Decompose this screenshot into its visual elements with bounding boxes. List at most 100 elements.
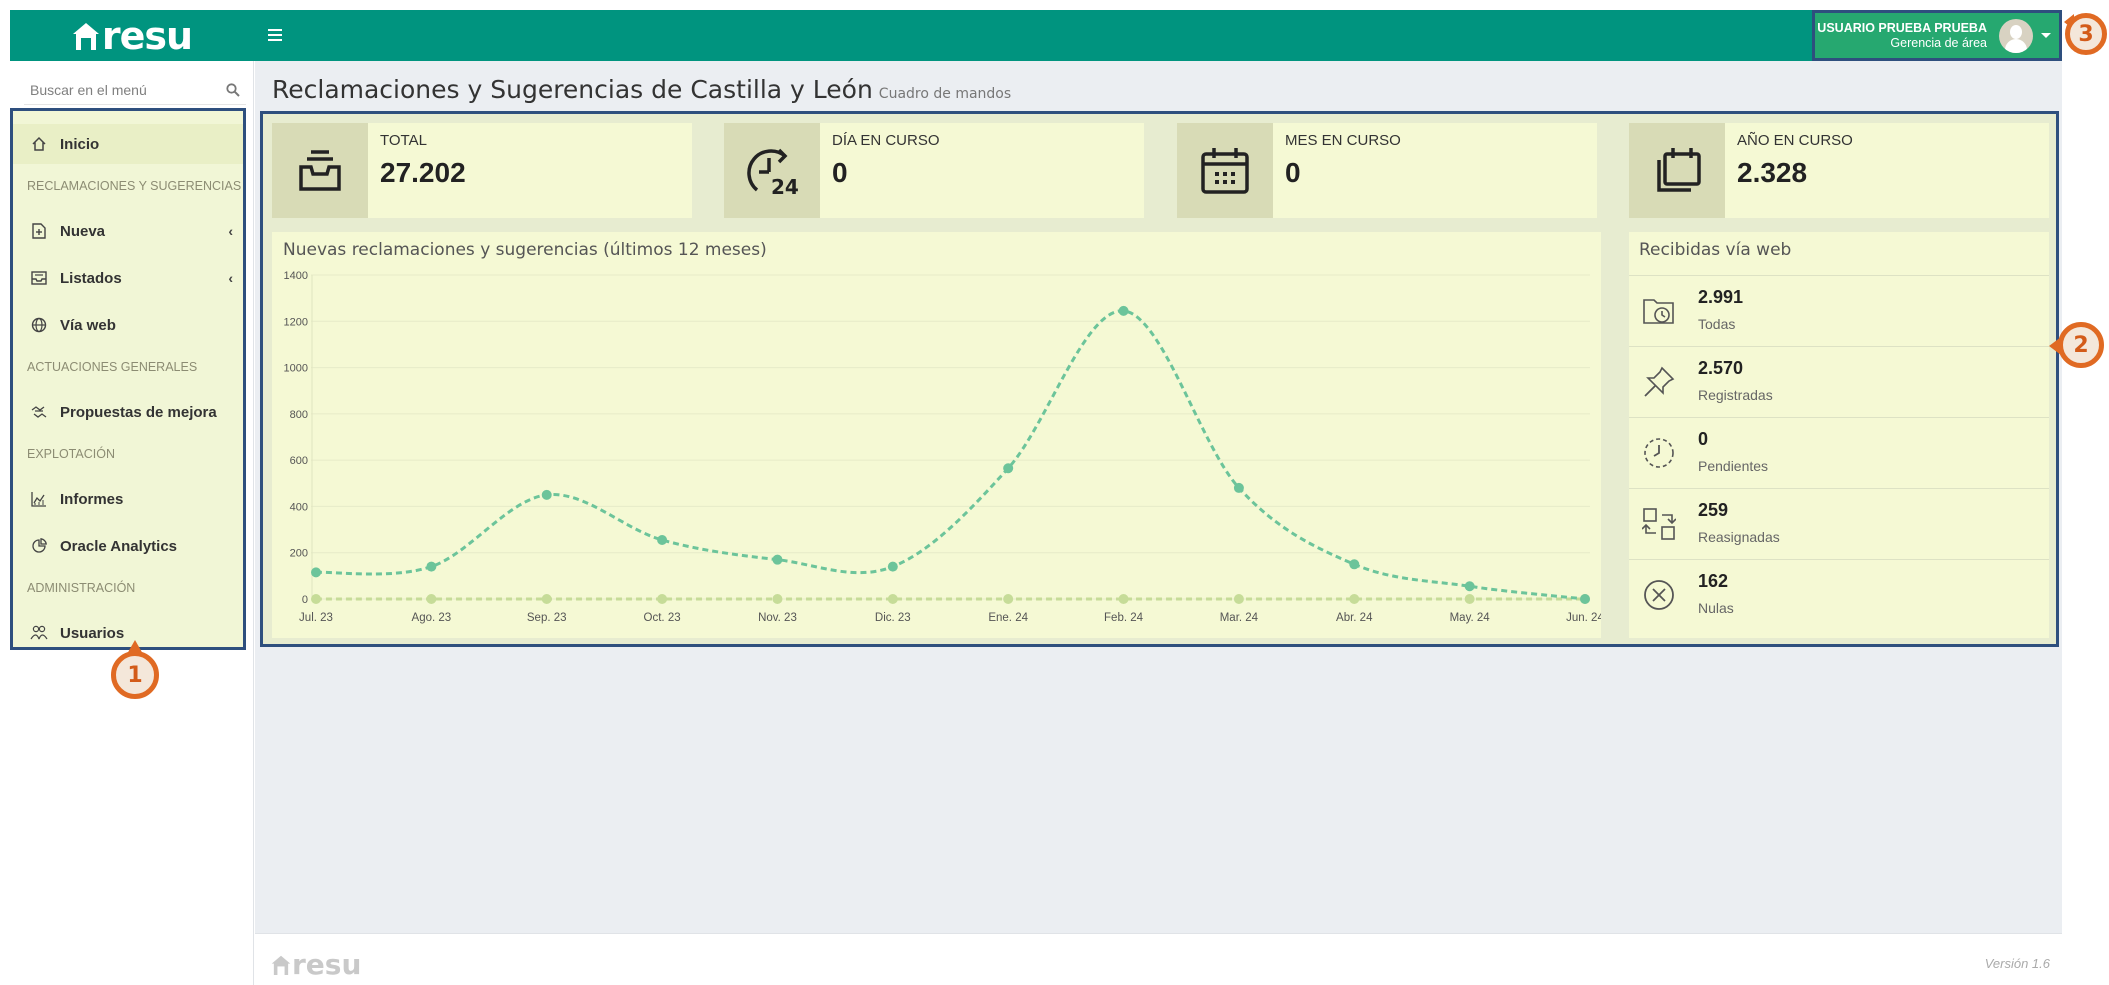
pie-chart-icon xyxy=(30,537,48,555)
sidebar-section-explotacion: EXPLOTACIÓN xyxy=(27,447,115,461)
data-point xyxy=(1233,594,1244,604)
sidebar-item-label: Informes xyxy=(60,490,124,508)
footer-logo: resu xyxy=(271,948,361,981)
sidebar-search xyxy=(24,75,246,105)
stat-card-dia[interactable]: 24 DÍA EN CURSO 0 xyxy=(724,123,1144,218)
sidebar-item-propuestas[interactable]: Propuestas de mejora xyxy=(13,392,243,432)
x-tick-label: Dic. 23 xyxy=(875,612,911,624)
data-point xyxy=(1464,594,1475,604)
data-point xyxy=(426,594,437,604)
data-point xyxy=(1003,463,1014,474)
chevron-left-icon: ‹ xyxy=(228,223,233,239)
sidebar-item-label: Usuarios xyxy=(60,624,125,642)
web-row-todas[interactable]: 2.991 Todas xyxy=(1629,275,2049,346)
sidebar: Inicio RECLAMACIONES Y SUGERENCIAS Nueva… xyxy=(10,61,254,985)
dashboard-panel: TOTAL 27.202 24 DÍA EN CURSO 0 MES EN CU… xyxy=(260,111,2059,647)
sidebar-nav: Inicio RECLAMACIONES Y SUGERENCIAS Nueva… xyxy=(10,108,246,650)
calendar-icon xyxy=(1177,123,1273,218)
reassign-icon xyxy=(1641,506,1677,542)
sidebar-item-label: Oracle Analytics xyxy=(60,537,178,555)
data-point xyxy=(1118,305,1129,316)
page-title: Reclamaciones y Sugerencias de Castilla … xyxy=(272,75,1011,104)
stat-value: 0 xyxy=(1285,157,1301,188)
hamburger-menu-icon[interactable] xyxy=(268,24,286,46)
sidebar-section-administracion: ADMINISTRACIÓN xyxy=(27,581,136,595)
y-tick-label: 1000 xyxy=(284,363,308,375)
callout-marker-2: 2 xyxy=(2058,322,2104,368)
data-point xyxy=(772,554,783,565)
sidebar-section-reclamaciones: RECLAMACIONES Y SUGERENCIAS xyxy=(27,179,242,193)
x-tick-label: Nov. 23 xyxy=(758,612,797,624)
x-tick-label: Ago. 23 xyxy=(412,612,452,624)
data-point xyxy=(541,594,552,604)
web-row-label: Nulas xyxy=(1698,600,1734,616)
top-bar: USUARIO PRUEBA PRUEBA Gerencia de área xyxy=(254,10,2062,61)
main-content: Reclamaciones y Sugerencias de Castilla … xyxy=(255,61,2062,933)
sidebar-item-inicio[interactable]: Inicio xyxy=(13,124,243,164)
callout-marker-3: 3 xyxy=(2065,13,2107,55)
web-row-value: 2.570 xyxy=(1698,358,1744,378)
x-tick-label: Feb. 24 xyxy=(1104,612,1144,624)
y-tick-label: 0 xyxy=(302,594,308,606)
line-chart: 0 200 400 600 800 1000 1200 1400 Jul. 23 Ago. 23 S… xyxy=(284,270,1601,624)
web-row-registradas[interactable]: 2.570 Registradas xyxy=(1629,346,2049,417)
folder-clock-icon xyxy=(1641,293,1677,329)
data-point xyxy=(311,567,321,578)
cancel-circle-icon xyxy=(1641,577,1677,613)
sidebar-item-label: Nueva xyxy=(60,222,106,240)
x-tick-label: Jul. 23 xyxy=(299,612,333,624)
users-icon xyxy=(30,624,48,642)
stat-card-mes[interactable]: MES EN CURSO 0 xyxy=(1177,123,1597,218)
inbox-tray-icon xyxy=(272,123,368,218)
sidebar-item-label: Inicio xyxy=(60,135,100,153)
user-menu[interactable]: USUARIO PRUEBA PRUEBA Gerencia de área xyxy=(1812,10,2062,61)
brand-logo[interactable]: resu xyxy=(10,10,254,61)
pin-icon xyxy=(1641,364,1677,400)
data-point xyxy=(887,561,898,572)
data-point xyxy=(657,534,668,545)
avatar[interactable] xyxy=(1999,18,2033,53)
version-label: Versión 1.6 xyxy=(1984,956,2050,971)
search-icon[interactable] xyxy=(226,83,240,97)
chevron-down-icon[interactable] xyxy=(2041,33,2051,38)
web-received-card: Recibidas vía web 2.991 Todas 2.570 Regi… xyxy=(1629,232,2049,638)
clock-24-icon: 24 xyxy=(724,123,820,218)
web-row-reasignadas[interactable]: 259 Reasignadas xyxy=(1629,488,2049,559)
x-tick-label: Abr. 24 xyxy=(1336,612,1373,624)
chart-icon xyxy=(30,490,48,508)
page-subtitle: Cuadro de mandos xyxy=(878,86,1012,102)
web-row-nulas[interactable]: 162 Nulas xyxy=(1629,559,2049,630)
chart-card: Nuevas reclamaciones y sugerencias (últi… xyxy=(272,232,1601,638)
sidebar-item-informes[interactable]: Informes xyxy=(13,479,243,519)
sidebar-item-label: Vía web xyxy=(60,316,116,334)
y-tick-label: 600 xyxy=(290,455,308,467)
stat-value: 2.328 xyxy=(1737,157,1808,188)
y-tick-label: 1400 xyxy=(284,270,308,282)
callout-marker-1: 1 xyxy=(111,651,159,699)
home-icon xyxy=(30,135,48,153)
svg-text:24: 24 xyxy=(771,175,799,196)
web-row-value: 2.991 xyxy=(1698,287,1744,307)
chevron-left-icon: ‹ xyxy=(228,270,233,286)
house-logo-icon xyxy=(271,955,291,975)
sidebar-item-via-web[interactable]: Vía web xyxy=(13,305,243,345)
clock-dashed-icon xyxy=(1641,435,1677,471)
search-input[interactable] xyxy=(24,81,214,98)
sidebar-item-oracle-analytics[interactable]: Oracle Analytics xyxy=(13,526,243,566)
data-point xyxy=(1580,594,1590,604)
house-logo-icon xyxy=(72,22,99,50)
sidebar-item-listados[interactable]: Listados ‹ xyxy=(13,258,243,298)
footer: resu Versión 1.6 xyxy=(255,933,2062,985)
x-tick-label: May. 24 xyxy=(1450,612,1491,624)
sidebar-item-label: Propuestas de mejora xyxy=(60,403,217,421)
web-card-title: Recibidas vía web xyxy=(1639,240,1792,260)
y-tick-label: 1200 xyxy=(284,316,308,328)
stat-card-total[interactable]: TOTAL 27.202 xyxy=(272,123,692,218)
web-row-pendientes[interactable]: 0 Pendientes xyxy=(1629,417,2049,488)
sidebar-section-actuaciones: ACTUACIONES GENERALES xyxy=(27,360,198,374)
stat-card-ano[interactable]: AÑO EN CURSO 2.328 xyxy=(1629,123,2049,218)
brand-logo-text: resu xyxy=(101,13,193,58)
page-title-text: Reclamaciones y Sugerencias de Castilla … xyxy=(272,75,873,104)
sidebar-item-nueva[interactable]: Nueva ‹ xyxy=(13,211,243,251)
web-row-label: Registradas xyxy=(1698,387,1773,403)
